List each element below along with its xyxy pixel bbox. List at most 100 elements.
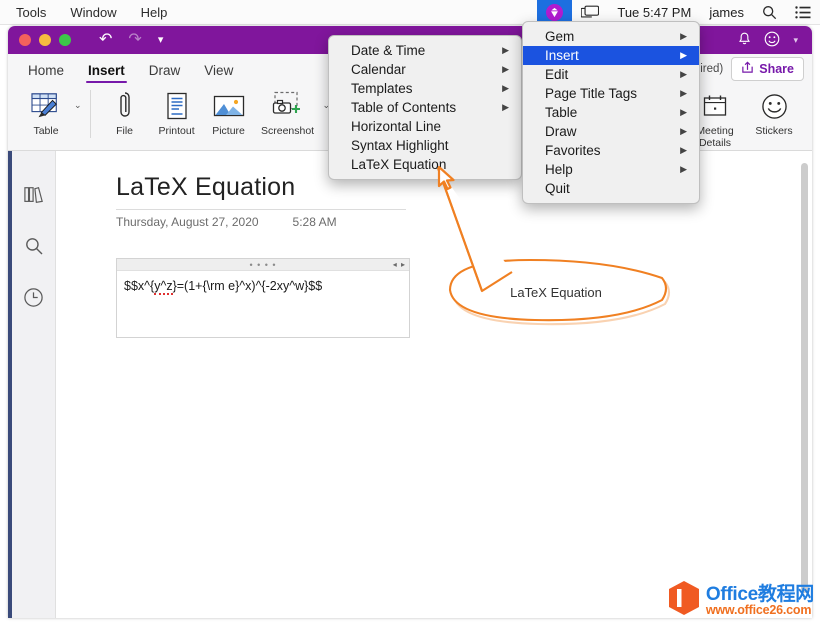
menu-item-horizontal-line[interactable]: Horizontal Line: [329, 117, 521, 136]
menu-item-insert[interactable]: Insert ▶: [523, 46, 699, 65]
menu-item-calendar[interactable]: Calendar ▶: [329, 60, 521, 79]
picture-label: Picture: [212, 125, 245, 137]
gem-menu[interactable]: Gem ▶ Insert ▶ Edit ▶ Page Title Tags ▶ …: [522, 21, 700, 204]
macos-menu-window[interactable]: Window: [70, 5, 116, 20]
gem-icon: [546, 4, 563, 21]
spotlight-search-icon[interactable]: [753, 0, 786, 25]
calendar-icon: [702, 90, 728, 122]
menu-item-edit[interactable]: Edit ▶: [523, 65, 699, 84]
macos-menu-help[interactable]: Help: [141, 5, 168, 20]
submenu-arrow-icon: ▶: [656, 126, 687, 137]
account-chevron-down-icon[interactable]: ▾: [793, 35, 798, 46]
file-button[interactable]: File: [99, 86, 151, 137]
maximize-button[interactable]: [59, 34, 71, 46]
qat-more-chevron-down-icon[interactable]: ▾: [158, 35, 164, 46]
tab-draw[interactable]: Draw: [137, 60, 193, 84]
menu-label: Page Title Tags: [545, 86, 637, 101]
printout-button[interactable]: Printout: [151, 86, 203, 137]
latex-misspelled-token: y^z: [154, 279, 172, 295]
share-button[interactable]: Share: [731, 57, 804, 81]
submenu-arrow-icon: ▶: [656, 50, 687, 61]
note-textbox[interactable]: • • • • ◂ ▸ $$x^{y^z}=(1+{\rm e}^x)^{-2x…: [116, 258, 410, 338]
tab-view[interactable]: View: [192, 60, 245, 84]
latex-suffix: }=(1+{\rm e}^x)^{-2xy^w}$$: [173, 279, 323, 293]
vertical-scrollbar[interactable]: [801, 163, 808, 593]
menu-item-table[interactable]: Table ▶: [523, 103, 699, 122]
screenshot-button[interactable]: Screenshot: [255, 86, 321, 137]
site-watermark: Office教程网 www.office26.com: [667, 580, 814, 621]
page-time[interactable]: 5:28 AM: [293, 215, 337, 229]
window-body: LaTeX Equation Thursday, August 27, 2020…: [8, 151, 812, 618]
table-icon: [30, 90, 62, 122]
page-metadata: Thursday, August 27, 2020 5:28 AM: [116, 215, 337, 229]
submenu-arrow-icon: ▶: [656, 31, 687, 42]
note-page[interactable]: LaTeX Equation Thursday, August 27, 2020…: [56, 151, 812, 618]
tab-insert[interactable]: Insert: [76, 60, 137, 84]
menu-label: Calendar: [351, 62, 406, 77]
menu-item-table-of-contents[interactable]: Table of Contents ▶: [329, 98, 521, 117]
table-chevron-down-icon[interactable]: ⌄: [72, 86, 82, 111]
submenu-arrow-icon: ▶: [478, 45, 509, 56]
menu-label: Insert: [545, 48, 579, 63]
submenu-arrow-icon: ▶: [478, 64, 509, 75]
office-hexagon-logo-icon: [667, 580, 701, 621]
watermark-text: Office教程网 www.office26.com: [706, 585, 814, 617]
undo-icon[interactable]: ↶: [99, 32, 112, 48]
sidebar-item-notebooks[interactable]: [23, 185, 45, 210]
menu-item-quit[interactable]: Quit: [523, 179, 699, 198]
macos-menu-items: Tools Window Help: [0, 5, 167, 20]
menu-item-draw[interactable]: Draw ▶: [523, 122, 699, 141]
macos-username[interactable]: james: [700, 0, 753, 25]
menu-label: Gem: [545, 29, 574, 44]
menu-label: Draw: [545, 124, 577, 139]
submenu-arrow-icon: ▶: [656, 88, 687, 99]
file-label: File: [116, 125, 133, 137]
table-label: Table: [33, 125, 58, 137]
menu-item-latex-equation[interactable]: LaTeX Equation: [329, 155, 521, 174]
screenshot-icon: [271, 90, 305, 122]
menu-item-syntax-highlight[interactable]: Syntax Highlight: [329, 136, 521, 155]
page-date[interactable]: Thursday, August 27, 2020: [116, 215, 259, 229]
table-button[interactable]: Table: [20, 86, 72, 137]
menu-label: Horizontal Line: [351, 119, 441, 134]
title-divider: [116, 209, 406, 210]
printout-icon: [165, 90, 189, 122]
watermark-brand: Office教程网: [706, 585, 814, 604]
menu-item-templates[interactable]: Templates ▶: [329, 79, 521, 98]
submenu-arrow-icon: ▶: [656, 107, 687, 118]
menu-label: Syntax Highlight: [351, 138, 449, 153]
ribbon-group-files: File: [91, 86, 339, 146]
close-button[interactable]: [19, 34, 31, 46]
menu-label: LaTeX Equation: [351, 157, 446, 172]
submenu-arrow-icon: ▶: [478, 102, 509, 113]
titlebar-right-controls: ▾: [738, 31, 812, 50]
insert-submenu[interactable]: Date & Time ▶ Calendar ▶ Templates ▶ Tab…: [328, 35, 522, 180]
menu-label: Table of Contents: [351, 100, 456, 115]
menu-item-date-time[interactable]: Date & Time ▶: [329, 41, 521, 60]
sidebar-item-search[interactable]: [24, 236, 44, 261]
screenshot-root: Tools Window Help Tue 5:47 PM james: [0, 0, 820, 623]
page-title[interactable]: LaTeX Equation: [116, 173, 295, 202]
printout-label: Printout: [158, 125, 194, 137]
menu-item-gem[interactable]: Gem ▶: [523, 27, 699, 46]
menu-item-favorites[interactable]: Favorites ▶: [523, 141, 699, 160]
textbox-drag-handle[interactable]: • • • • ◂ ▸: [117, 259, 409, 271]
latex-prefix: $$x^{: [124, 279, 154, 293]
sidebar-item-recent[interactable]: [23, 287, 44, 313]
textbox-resize-arrows[interactable]: ◂ ▸: [393, 260, 406, 269]
screenshot-label: Screenshot: [261, 125, 314, 137]
control-center-icon[interactable]: [786, 0, 820, 25]
minimize-button[interactable]: [39, 34, 51, 46]
menu-item-page-title-tags[interactable]: Page Title Tags ▶: [523, 84, 699, 103]
stickers-label: Stickers: [755, 125, 792, 137]
latex-source-text[interactable]: $$x^{y^z}=(1+{\rm e}^x)^{-2xy^w}$$: [117, 271, 409, 301]
share-label: Share: [759, 62, 794, 76]
menu-item-help[interactable]: Help ▶: [523, 160, 699, 179]
smiley-face-icon[interactable]: [764, 31, 780, 50]
tab-home[interactable]: Home: [16, 60, 76, 84]
macos-menu-tools[interactable]: Tools: [16, 5, 46, 20]
notification-bell-icon[interactable]: [738, 32, 751, 49]
redo-icon[interactable]: ↷: [128, 32, 141, 48]
picture-button[interactable]: Picture: [203, 86, 255, 137]
stickers-button[interactable]: Stickers: [748, 86, 800, 137]
